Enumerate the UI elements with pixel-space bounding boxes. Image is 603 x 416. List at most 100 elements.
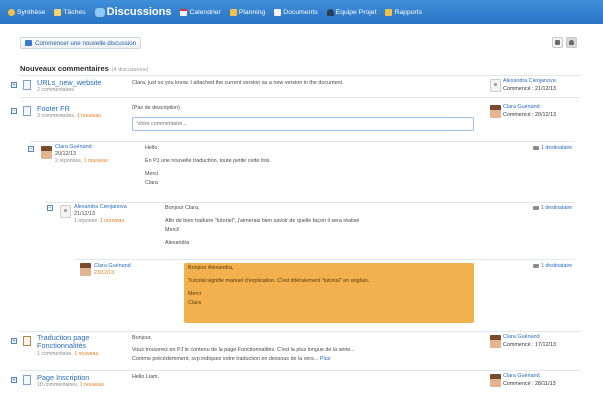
reply-line: Afin de bien traduire "tutoriel", j'aime… <box>165 218 360 224</box>
section-title: Nouveaux commentaires (4 discussions) <box>20 64 148 73</box>
new-discussion-button[interactable]: Commencer une nouvelle discussion <box>20 37 142 49</box>
new-count: 1 nouveau <box>79 382 104 388</box>
expand-toggle[interactable]: + <box>11 377 17 383</box>
user-view-button[interactable] <box>566 37 577 48</box>
discussion-icon <box>23 80 31 90</box>
nav-discussions[interactable]: Discussions <box>94 6 172 18</box>
recipients[interactable]: 1 destinataire <box>533 205 572 211</box>
reply-line: Merci <box>188 291 202 297</box>
discussions-icon <box>94 7 105 17</box>
nav-planning-label: Planning <box>238 8 266 16</box>
recipients-label: 1 destinataire <box>541 145 573 151</box>
team-icon <box>326 8 334 16</box>
expand-toggle[interactable]: + <box>11 82 17 88</box>
topic-title[interactable]: Footer FR <box>37 104 70 113</box>
topic-author[interactable]: Alexandra Cienjanova <box>503 78 556 84</box>
divider <box>45 202 575 203</box>
discussion-icon <box>23 375 31 385</box>
collapse-toggle[interactable]: − <box>47 205 53 211</box>
reply-count: 2 réponses, 1 nouveau <box>55 158 108 164</box>
topic-author[interactable]: Clara Guénand <box>503 373 540 379</box>
topic-started-date: Commencé : 20/12/13 <box>503 112 557 118</box>
comment-input[interactable] <box>132 117 474 131</box>
divider <box>75 259 575 260</box>
avatar <box>41 146 52 159</box>
topic-title[interactable]: Page Inscription <box>37 373 89 382</box>
section-title-text: Nouveaux commentaires <box>20 64 109 73</box>
avatar <box>80 263 91 276</box>
topic-comment-count: 1 commentaire, 1 nouveau <box>37 351 98 357</box>
lock-button[interactable] <box>552 37 563 48</box>
avatar <box>490 105 501 118</box>
nav-calendrier-label: Calendrier <box>189 8 221 16</box>
nav-documents-label: Documents <box>283 8 318 16</box>
avatar <box>490 335 501 348</box>
reply-line: Merci! <box>165 227 180 233</box>
nav-taches-label: Tâches <box>63 8 86 16</box>
preview-line-text: Comme précédemment, svp indiquez votre t… <box>132 356 319 362</box>
reply-line: Alexandra <box>165 240 190 246</box>
topic-comment-count: 10 commentaires, 1 nouveau <box>37 382 104 388</box>
nav-equipe-label: Equipe Projet <box>335 8 377 16</box>
reports-icon <box>385 8 393 16</box>
divider <box>20 331 580 332</box>
reply-count: 1 réponse, 1 nouveau <box>74 218 124 224</box>
reply-line: Merci <box>145 171 159 177</box>
new-count: 1 nouveau <box>76 113 102 119</box>
recipients[interactable]: 1 destinataire <box>533 263 572 269</box>
topic-started-date: Commencé : 17/12/13 <box>503 342 557 348</box>
page-icon <box>23 336 31 346</box>
topic-preview: Bonjour, Vous trouverez en PJ le contenu… <box>132 334 355 364</box>
collapse-toggle[interactable]: − <box>28 146 34 152</box>
recipients-label: 1 destinataire <box>541 263 573 269</box>
topic-author[interactable]: Clara Guénand <box>503 334 540 340</box>
reply-line: En PJ une nouvelle traduction, toute pet… <box>145 158 271 164</box>
discussion-icon <box>23 106 31 116</box>
reply-author[interactable]: Alexandra Cienjanova <box>74 204 127 210</box>
recipients[interactable]: 1 destinataire <box>533 145 572 151</box>
more-link[interactable]: Plus <box>320 356 331 362</box>
reply-line: Hello, <box>145 145 159 151</box>
reply-author[interactable]: Clara Guénand <box>55 144 92 150</box>
topic-preview: Clara, just so you know. I attached the … <box>132 80 344 86</box>
new-count: 1 nouveau <box>99 218 125 224</box>
topic-comment-count: 2 commentaires <box>37 87 74 93</box>
reply-body: Hello, En PJ une nouvelle traduction, to… <box>145 144 271 188</box>
reply-date: 23/12/13 <box>94 270 114 276</box>
discussion-bubble-icon <box>25 40 32 46</box>
divider <box>20 97 580 98</box>
nav-calendrier[interactable]: Calendrier <box>180 8 221 16</box>
reply-line: Bonjour Alexandra, <box>188 265 234 271</box>
reply-date: 20/12/13 <box>55 151 76 157</box>
preview-line: Vous trouverez en PJ le contenu de la pa… <box>132 347 355 353</box>
reply-author[interactable]: Clara Guénand <box>94 263 131 269</box>
nav-discussions-label: Discussions <box>106 6 172 18</box>
new-count: 1 nouveau <box>74 351 99 357</box>
topic-title[interactable]: Traduction page Fonctionnalités <box>37 334 89 350</box>
nav-equipe-projet[interactable]: Equipe Projet <box>326 8 377 16</box>
topic-started-date: Commencé : 21/12/13 <box>503 86 557 92</box>
divider <box>30 141 575 142</box>
nav-documents[interactable]: Documents <box>274 8 318 16</box>
recipients-label: 1 destinataire <box>541 205 573 211</box>
avatar <box>490 79 501 92</box>
divider <box>20 370 580 371</box>
nav-rapports[interactable]: Rapports <box>385 8 422 16</box>
nav-taches[interactable]: Tâches <box>54 8 86 16</box>
avatar <box>490 374 501 387</box>
reply-count-text: 1 réponse, <box>74 218 99 224</box>
topic-title[interactable]: URLs_new_website <box>37 78 102 87</box>
topic-preview: (Pas de description) <box>132 105 180 111</box>
expand-toggle[interactable]: + <box>11 338 17 344</box>
new-count: 1 nouveau <box>83 158 108 164</box>
topic-author[interactable]: Clara Guénand <box>503 104 540 110</box>
reply-line: Tutorial signifie manuel d'explication. … <box>188 278 370 284</box>
user-icon <box>569 40 574 45</box>
nav-synthese[interactable]: Synthèse <box>8 8 45 16</box>
calendar-icon <box>180 8 188 16</box>
reply-date-new: 23/12/13 <box>94 270 115 276</box>
envelope-icon <box>533 146 539 150</box>
nav-planning[interactable]: Planning <box>229 8 266 16</box>
collapse-toggle[interactable]: − <box>11 108 17 114</box>
envelope-icon <box>533 264 539 268</box>
